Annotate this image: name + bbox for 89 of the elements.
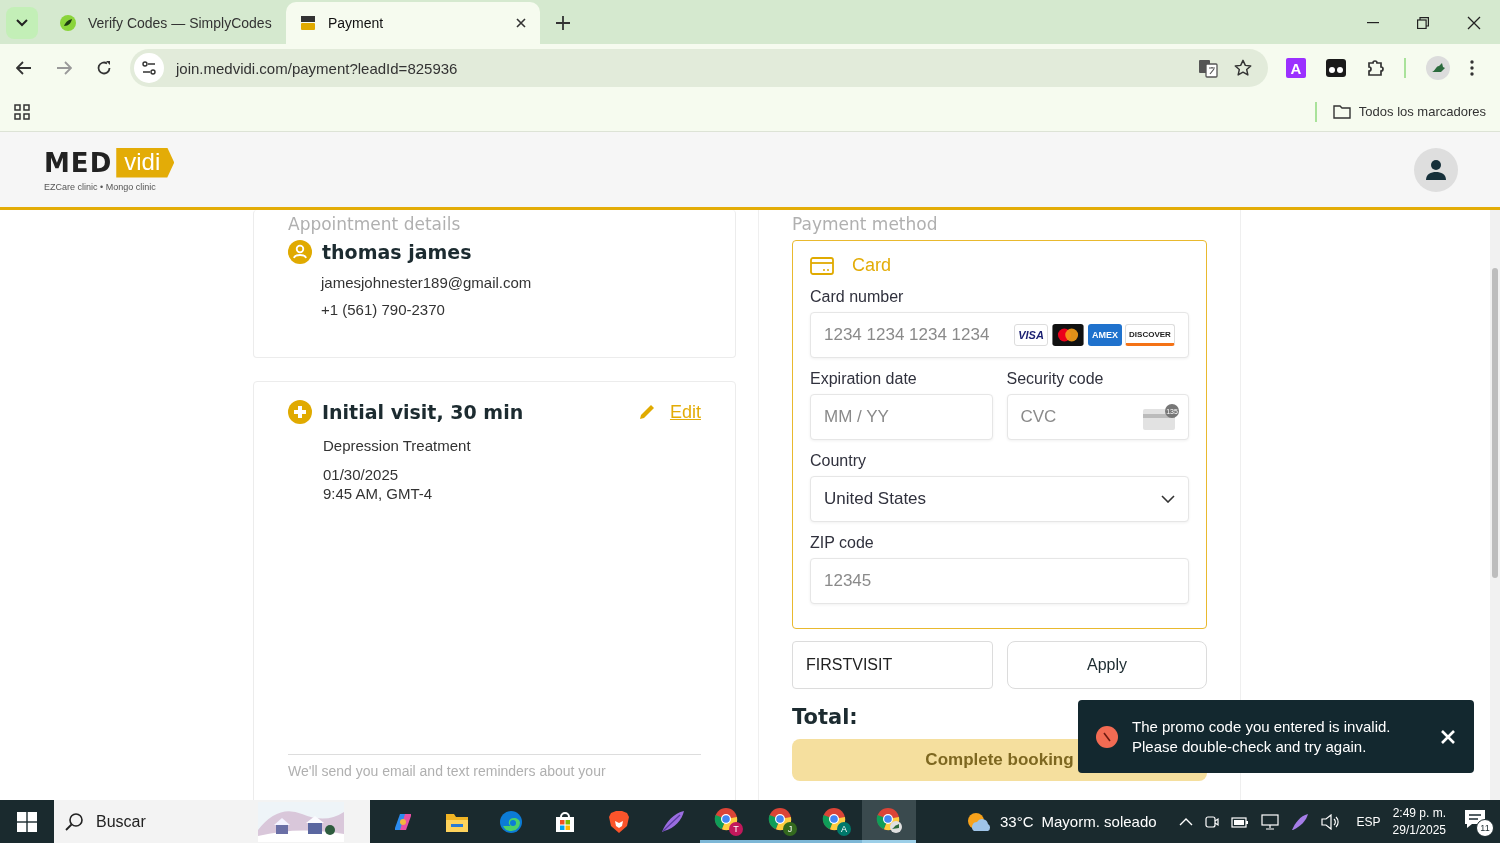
browser-tab[interactable]: Payment [286, 2, 540, 44]
puzzle-icon[interactable] [1366, 58, 1386, 78]
pen-icon[interactable] [1290, 812, 1309, 831]
profile-avatar-icon[interactable] [1426, 56, 1450, 80]
field-label: ZIP code [810, 534, 875, 552]
feather-icon [660, 809, 686, 834]
card-brand-logo: AMEX [1088, 324, 1122, 346]
plus-icon[interactable] [556, 16, 570, 30]
notification-count: 11 [1476, 818, 1494, 837]
shopping-bag-icon [553, 809, 577, 834]
search-icon [64, 811, 84, 832]
weather-text[interactable]: Mayorm. soleado [1041, 813, 1157, 830]
browser-icon [768, 807, 794, 833]
visit-time: 9:45 AM, GMT-4 [323, 485, 434, 502]
back-icon[interactable] [16, 61, 32, 75]
volume-icon[interactable] [1320, 813, 1341, 830]
credit-card-icon [810, 256, 834, 275]
shield-icon [608, 809, 630, 834]
battery-icon[interactable] [1230, 815, 1249, 828]
account-button[interactable] [1414, 147, 1458, 192]
patient-email: jamesjohnester189@gmail.com [321, 274, 533, 291]
reminder-text: We'll send you email and text reminders about your [288, 763, 607, 779]
section-heading: Payment method [792, 214, 939, 234]
error-icon [1096, 725, 1118, 748]
extension-icon[interactable]: A [1286, 58, 1306, 78]
card-brand-logo [1051, 324, 1085, 346]
profile-badge: T [729, 822, 743, 836]
card-brand-logo: VISA [1014, 324, 1048, 346]
address-bar[interactable]: join.medvidi.com/payment?leadId=825936 [130, 49, 1268, 87]
plus-circle-icon [288, 400, 312, 424]
bookmarks-folder-label[interactable]: Todos los marcadores [1358, 104, 1486, 119]
visit-date: 01/30/2025 [323, 466, 400, 483]
pencil-icon [637, 403, 656, 421]
close-icon[interactable] [1467, 16, 1481, 30]
sun-cloud-icon[interactable] [966, 810, 992, 833]
field-label: Country [810, 452, 868, 470]
logo-icon [300, 15, 316, 31]
chevron-up-icon[interactable] [1178, 817, 1193, 826]
apps-grid-icon[interactable] [14, 103, 30, 120]
apply-button[interactable]: Apply [1007, 641, 1207, 689]
total-label: Total: [792, 705, 858, 729]
browser-icon [876, 807, 902, 833]
person-icon [1425, 158, 1447, 181]
person-icon [288, 240, 312, 264]
profile-badge: A [837, 822, 851, 836]
reload-icon[interactable] [96, 60, 112, 76]
browser-icon [822, 807, 848, 833]
promo-code-field[interactable]: FIRSTVISIT [792, 641, 993, 689]
chevron-down-icon [1161, 495, 1175, 503]
country-dropdown[interactable]: United States [810, 476, 1189, 522]
tab-search-button[interactable] [6, 7, 38, 39]
taskbar-app-button[interactable]: T [700, 800, 754, 843]
expiration-field[interactable]: MM / YY [810, 394, 993, 440]
field-label: Expiration date [810, 370, 918, 388]
translate-icon[interactable] [1198, 58, 1218, 78]
profile-badge: J [783, 822, 797, 836]
leaf-icon [60, 15, 76, 31]
service-name: Depression Treatment [323, 437, 472, 454]
temperature[interactable]: 33°C [1000, 813, 1034, 830]
card-brand-logo: DISCOVER [1125, 324, 1175, 346]
windows-start-icon[interactable] [17, 811, 37, 832]
taskbar-app-button[interactable] [862, 800, 916, 843]
taskbar-app-button[interactable]: J [754, 800, 808, 843]
patient-name: thomas james [322, 241, 472, 263]
close-icon[interactable] [516, 18, 526, 28]
visit-title: Initial visit, 30 min [322, 401, 524, 423]
browser-icon [499, 809, 523, 834]
network-icon[interactable] [1260, 813, 1279, 830]
forward-icon[interactable] [56, 61, 72, 75]
browser-icon [714, 807, 740, 833]
chevron-down-icon [16, 19, 28, 27]
folder-icon[interactable] [1332, 104, 1351, 119]
taskbar-search-field[interactable]: Buscar [94, 811, 248, 832]
field-label: Card number [810, 288, 905, 306]
restore-icon[interactable] [1417, 17, 1429, 29]
method-label: Card [852, 255, 891, 276]
zip-code-field[interactable]: 12345 [810, 558, 1189, 604]
taskbar-clock[interactable]: 2:49 p. m. 29/1/2025 [1392, 806, 1446, 837]
site-logo[interactable]: MED vidi EZCare clinic • Mongo clinic [44, 147, 175, 192]
minimize-icon[interactable] [1367, 22, 1379, 24]
field-label: Security code [1006, 370, 1105, 388]
site-settings-icon[interactable] [134, 53, 164, 83]
star-icon[interactable] [1234, 59, 1252, 77]
section-heading: Appointment details [288, 214, 462, 234]
language-indicator[interactable]: ESP [1356, 814, 1381, 829]
meet-icon[interactable] [1204, 813, 1219, 830]
patient-phone: +1 (561) 790-2370 [321, 301, 446, 318]
extension-icon[interactable] [1326, 59, 1346, 77]
menu-icon[interactable] [1470, 60, 1474, 76]
